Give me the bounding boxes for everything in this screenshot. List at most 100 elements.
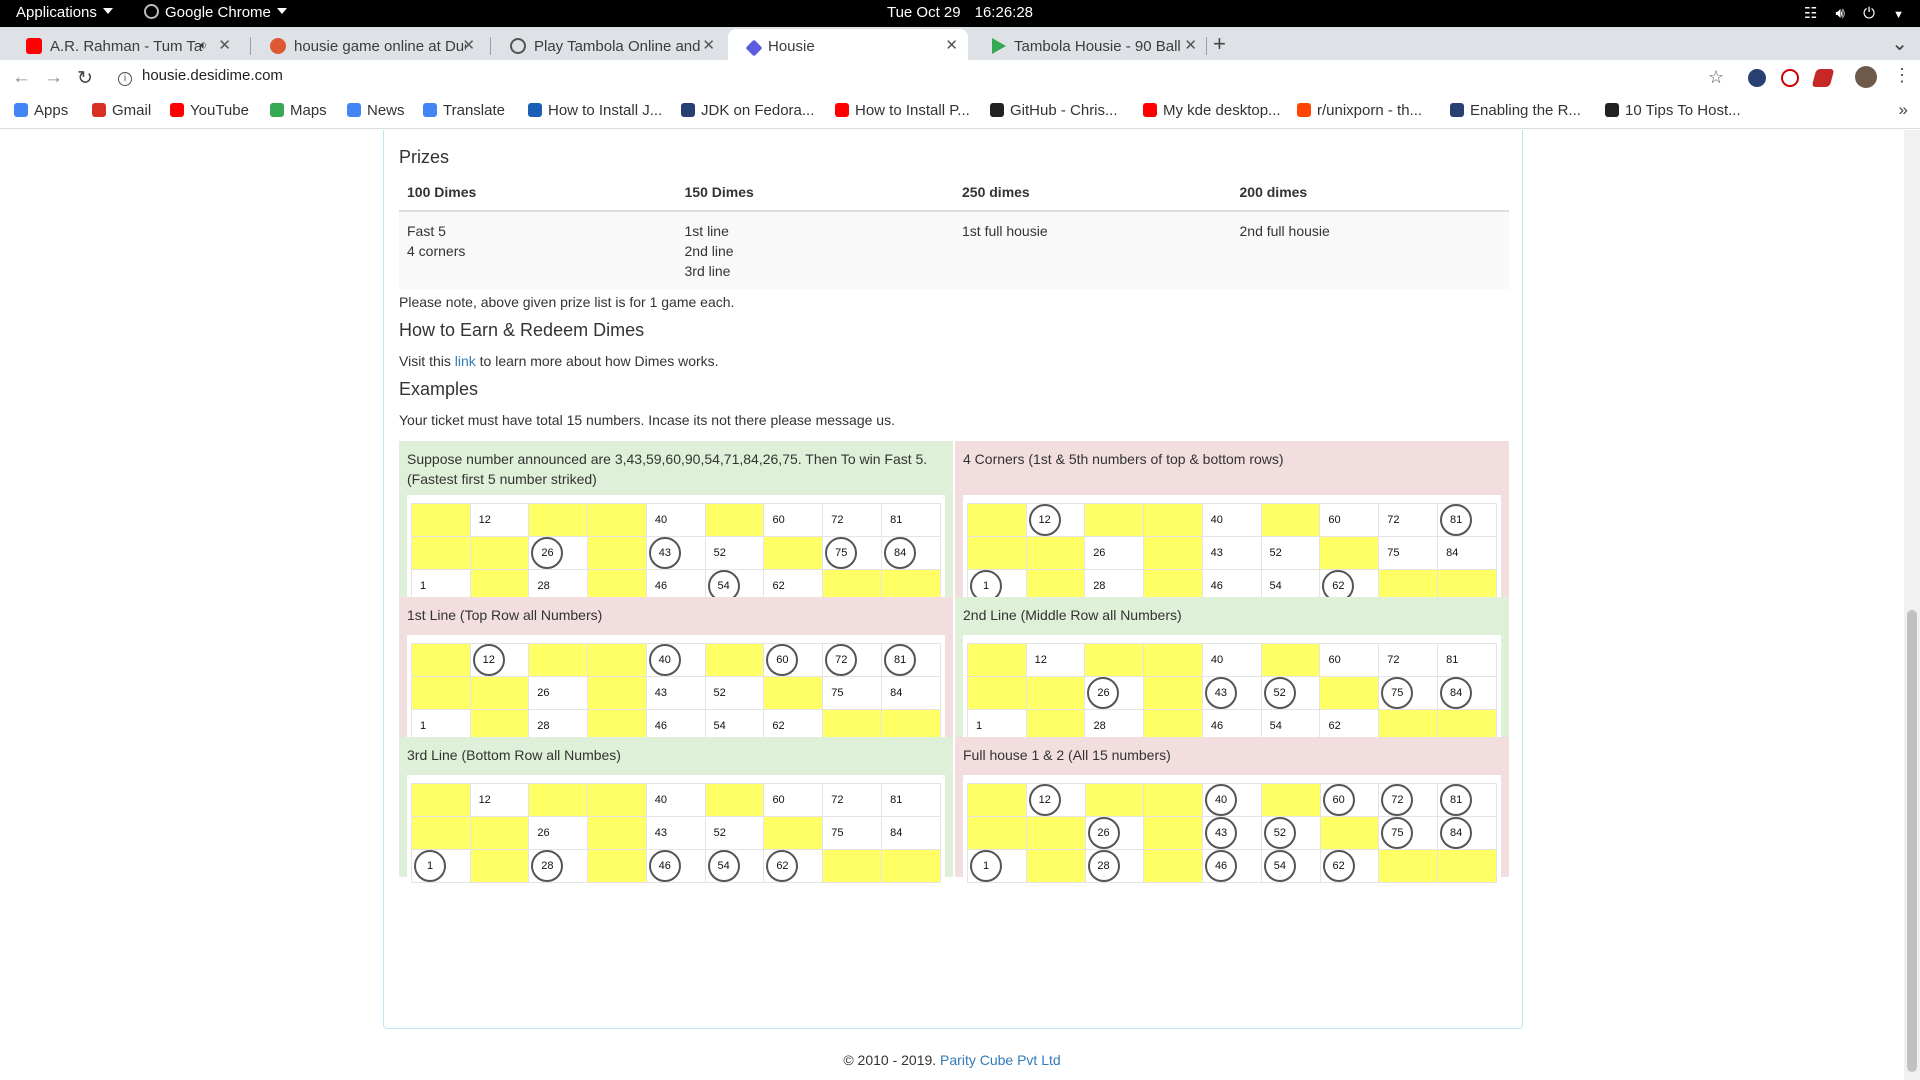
ticket-cell-struck: 26 (1084, 816, 1145, 850)
ticket-number: 81 (1440, 784, 1473, 816)
bookmark-item[interactable]: Gmail (92, 102, 151, 119)
dimes-info-link[interactable]: link (455, 353, 476, 369)
bookmark-item[interactable]: YouTube (170, 102, 249, 119)
more-menu-icon[interactable]: ⋮ (1893, 65, 1911, 86)
bookmark-item[interactable]: JDK on Fedora... (681, 102, 814, 119)
ticket-number: 43 (648, 537, 681, 569)
ticket-number: 43 (1205, 817, 1238, 849)
close-icon[interactable]: ✕ (218, 36, 231, 54)
ticket-cell-struck: 43 (1202, 816, 1262, 850)
avatar[interactable] (1855, 66, 1877, 88)
scrollbar-thumb[interactable] (1907, 610, 1917, 1072)
company-link[interactable]: Parity Cube Pvt Ltd (940, 1052, 1061, 1068)
ticket-cell-struck: 54 (1260, 849, 1321, 883)
more-bookmarks-icon[interactable]: » (1899, 100, 1908, 120)
ticket-cell: 72 (822, 503, 883, 537)
bookmark-label: 10 Tips To Host... (1625, 102, 1741, 119)
ticket-number: 62 (1322, 850, 1355, 882)
ticket-cell: 12 (1025, 643, 1086, 677)
tab-item-active[interactable]: Housie ✕ (728, 29, 968, 60)
bookmarks-bar: Apps Gmail YouTube Maps News Translate How to … (0, 97, 1920, 129)
ticket-blank-cell (763, 676, 824, 710)
ticket-number: 26 (1087, 817, 1120, 849)
prize-cell: 1st line 2nd line 3rd line (676, 211, 954, 289)
prize-item: 3rd line (684, 263, 731, 279)
bookmark-item[interactable]: News (347, 102, 405, 119)
bookmark-item[interactable]: How to Install P... (835, 102, 970, 119)
bookmark-item[interactable]: How to Install J... (528, 102, 662, 119)
ticket-number: 81 (1446, 654, 1459, 666)
tab-item[interactable]: Tambola Housie - 90 Ball ✕ (972, 29, 1207, 60)
close-icon[interactable]: ✕ (702, 36, 715, 54)
bookmark-item[interactable]: Maps (270, 102, 327, 119)
ticket-cell-struck: 28 (1084, 849, 1145, 883)
ticket-number: 28 (1087, 850, 1120, 882)
bookmark-item[interactable]: GitHub - Chris... (990, 102, 1118, 119)
bookmark-label: Gmail (112, 102, 152, 119)
blocker-extension-icon[interactable] (1781, 69, 1799, 87)
bookmark-item[interactable]: Translate (423, 102, 505, 119)
ticket-cell: 52 (704, 676, 765, 710)
address-bar[interactable]: i housie.desidime.com (112, 64, 1746, 93)
bookmark-item[interactable]: Enabling the R... (1450, 102, 1581, 119)
bookmark-item[interactable]: My kde desktop... (1143, 102, 1281, 119)
chevron-down-icon[interactable]: ⌄ (1891, 31, 1908, 56)
scrollbar[interactable] (1904, 130, 1920, 1080)
tab-item[interactable]: Play Tambola Online and ✕ (490, 29, 725, 60)
content-panel: Prizes 100 Dimes 150 Dimes 250 dimes 200 di… (383, 130, 1523, 1029)
ticket-blank-cell (1084, 643, 1145, 677)
ticket-cell: 60 (763, 783, 824, 817)
system-tray[interactable]: ☷ 🔊︎ ⏻ ▼ (1790, 4, 1904, 22)
power-icon: ⏻ (1863, 5, 1875, 22)
bookmark-item[interactable]: r/unixporn - th... (1297, 102, 1422, 119)
ticket-number: 75 (831, 687, 844, 699)
back-icon[interactable]: ← (12, 67, 31, 89)
youtube-icon (26, 38, 42, 54)
bookmark-label: JDK on Fedora... (701, 102, 815, 119)
ticket-cell-struck: 1 (411, 849, 471, 883)
ticket-cell-struck: 54 (704, 849, 765, 883)
close-icon[interactable]: ✕ (1184, 36, 1197, 54)
bookmark-favicon-icon (1450, 103, 1464, 117)
bookmark-label: Apps (34, 102, 69, 119)
ticket-cell-struck: 26 (1084, 676, 1145, 710)
ticket-number: 46 (648, 850, 681, 882)
ticket-panel: 12 40 60 72 81 26 43 52 75 84 1 28 46 54 62 (963, 775, 1501, 887)
ticket-number: 72 (1387, 514, 1400, 526)
close-icon[interactable]: ✕ (945, 36, 958, 54)
ticket-blank-cell (1319, 676, 1380, 710)
close-icon[interactable]: ✕ (462, 36, 475, 54)
info-icon[interactable]: i (118, 72, 132, 86)
ticket-cell: 40 (645, 783, 706, 817)
ticket-number: 1 (976, 720, 983, 732)
prize-header: 100 Dimes (399, 173, 677, 212)
ticket-cell-struck: 46 (1202, 849, 1262, 883)
example-card: 3rd Line (Bottom Row all Numbes) 12 40 60 72… (399, 737, 953, 887)
forward-icon[interactable]: → (44, 67, 63, 89)
ticket-number: 40 (654, 514, 668, 526)
ticket-blank-cell (411, 816, 471, 850)
new-tab-button[interactable]: + (1213, 31, 1226, 57)
ticket-number: 81 (890, 514, 903, 526)
bookmark-star-icon[interactable]: ☆ (1708, 67, 1724, 88)
bookmark-label: How to Install J... (548, 102, 663, 119)
tab-item[interactable]: housie game online at Duc ✕ (250, 29, 485, 60)
ticket-cell-struck: 43 (645, 536, 706, 570)
clock-date: Tue Oct 29 (886, 4, 961, 21)
bookmark-item[interactable]: Apps (14, 102, 68, 119)
ticket-blank-cell (822, 849, 883, 883)
ticket-number: 52 (713, 547, 726, 559)
ticket-number: 12 (478, 514, 491, 526)
ticket-blank-cell (967, 676, 1027, 710)
prizes-heading: Prizes (399, 147, 450, 167)
clock[interactable]: Tue Oct 29 16:26:28 (0, 4, 1920, 21)
fedora-extension-icon[interactable] (1748, 69, 1766, 87)
example-label: Suppose number announced are 3,43,59,60,… (407, 451, 928, 487)
ticket-blank-cell (587, 536, 647, 570)
extension-icon[interactable] (1811, 69, 1835, 87)
bookmark-item[interactable]: 10 Tips To Host... (1605, 102, 1741, 119)
tab-item[interactable]: A.R. Rahman - Tum Ta 🔉︎ ✕ (6, 29, 241, 60)
reload-icon[interactable]: ↻ (77, 67, 93, 90)
ticket-blank-cell (411, 783, 471, 817)
ticket-number: 40 (1210, 514, 1223, 526)
